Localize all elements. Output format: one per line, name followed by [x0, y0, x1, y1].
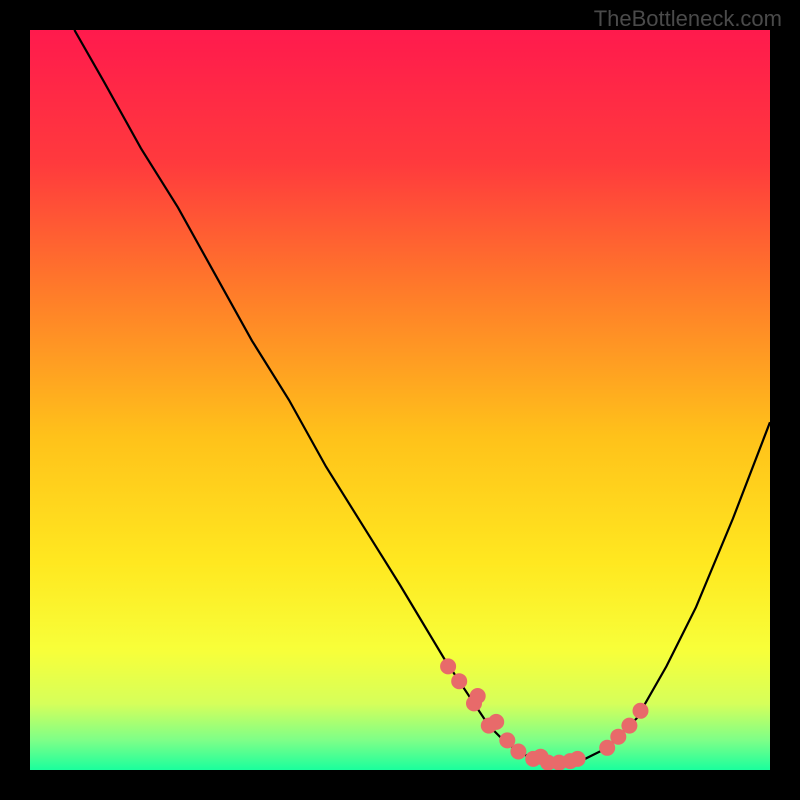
highlight-dot [570, 751, 586, 767]
highlight-dot [633, 703, 649, 719]
highlight-dots [440, 658, 648, 770]
highlight-dot [510, 744, 526, 760]
highlight-dot [451, 673, 467, 689]
highlight-dot [488, 714, 504, 730]
chart-area [30, 30, 770, 770]
bottleneck-curve [74, 30, 770, 763]
highlight-dot [470, 688, 486, 704]
watermark-text: TheBottleneck.com [594, 6, 782, 32]
highlight-dot [440, 658, 456, 674]
curve-layer [30, 30, 770, 770]
highlight-dot [621, 718, 637, 734]
